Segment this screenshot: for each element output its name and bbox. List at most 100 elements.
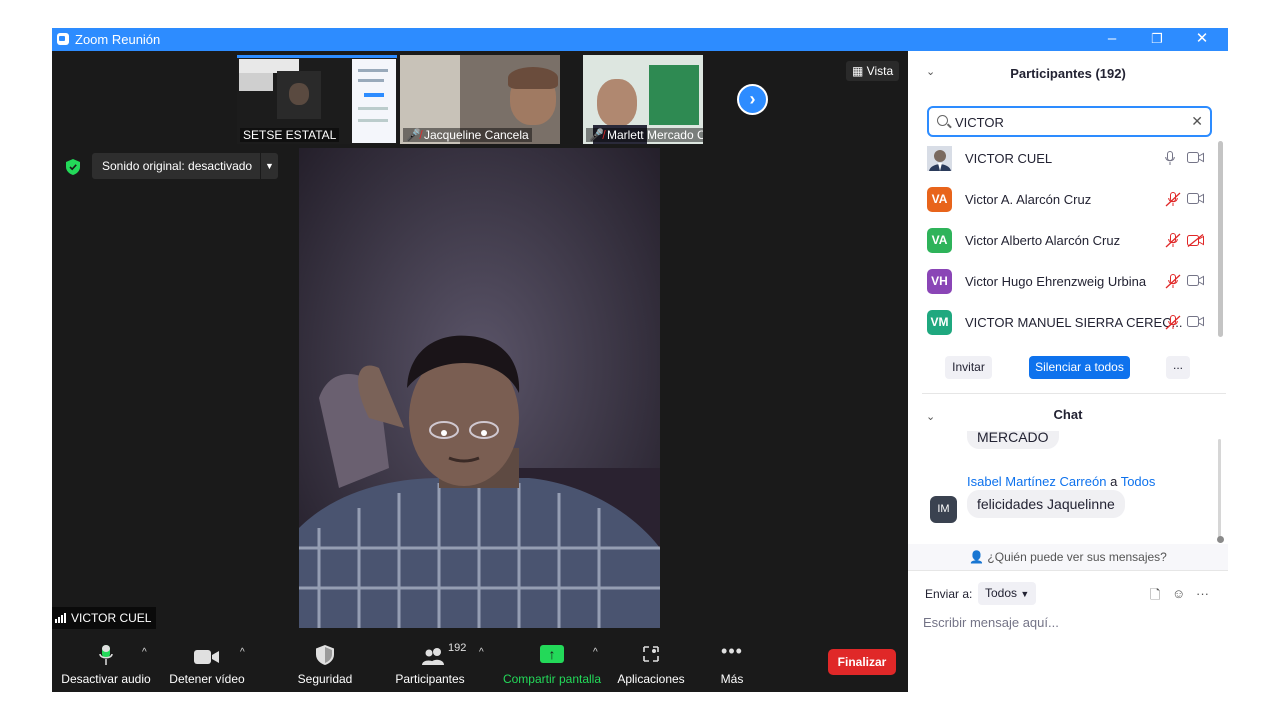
thumbnail-name: SETSE ESTATAL	[240, 128, 340, 142]
video-camera-icon[interactable]	[1187, 193, 1204, 204]
speaker-video-image	[299, 148, 660, 628]
participant-row[interactable]: VM VICTOR MANUEL SIERRA CEREC...	[908, 303, 1218, 344]
caret-down-icon[interactable]: ▼	[260, 153, 278, 179]
video-camera-icon[interactable]	[1187, 275, 1204, 286]
chat-message-input[interactable]	[923, 612, 1213, 632]
clear-search-icon[interactable]: ✕	[1191, 113, 1203, 130]
view-button[interactable]: ▦ Vista	[846, 61, 900, 81]
participant-search-box[interactable]: ✕	[927, 106, 1212, 137]
mute-all-button[interactable]: Silenciar a todos	[1029, 356, 1130, 379]
chat-sender-avatar: IM	[930, 496, 957, 523]
security-button[interactable]: Seguridad	[292, 637, 358, 692]
chat-message-bubble: MERCADO	[967, 431, 1059, 449]
chat-scrollbar[interactable]	[1218, 439, 1221, 541]
participants-icon	[422, 648, 444, 665]
share-screen-label: Compartir pantalla	[502, 672, 602, 686]
chat-title: Chat	[1053, 407, 1083, 422]
muted-microphone-icon[interactable]	[1165, 274, 1181, 289]
title-bar: Zoom Reunión – ❐ ✕	[52, 28, 1228, 51]
chat-recipient[interactable]: Todos	[1121, 474, 1156, 489]
original-sound-toggle[interactable]: Sonido original: desactivado ▼	[92, 153, 278, 179]
close-window-button[interactable]: ✕	[1179, 28, 1225, 51]
side-panel: ⌄ Participantes (192) ✕ VICTOR CUEL VA V…	[908, 51, 1228, 692]
participant-row[interactable]: VICTOR CUEL	[908, 139, 1218, 180]
grid-icon: ▦	[852, 64, 867, 78]
apps-button[interactable]: Aplicaciones	[615, 637, 687, 692]
divider	[922, 393, 1226, 394]
emoji-icon[interactable]: ☺	[1172, 586, 1185, 601]
participant-avatar: VH	[927, 269, 952, 294]
video-thumbnail[interactable]: 🎤̸ Jacqueline Cancela	[400, 55, 560, 144]
who-can-see-messages[interactable]: 👤 ¿Quién puede ver sus mensajes?	[908, 544, 1228, 570]
participants-count: 192	[448, 642, 467, 654]
muted-microphone-icon[interactable]	[1165, 233, 1181, 248]
participant-face-image	[277, 71, 321, 119]
participants-label: Participantes	[395, 672, 465, 686]
participant-name: Victor Hugo Ehrenzweig Urbina	[965, 274, 1147, 289]
participant-search-input[interactable]	[955, 113, 1185, 131]
participant-name: VICTOR MANUEL SIERRA CEREC...	[965, 315, 1183, 330]
microphone-icon[interactable]	[1165, 151, 1175, 166]
active-speaker-video	[299, 148, 660, 628]
share-screen-button[interactable]: ↑ Compartir pantalla	[499, 637, 605, 692]
participant-face-image	[597, 79, 637, 127]
video-off-icon[interactable]	[1187, 234, 1204, 247]
share-screen-arrow-icon: ↑	[540, 645, 564, 663]
participant-photo-avatar	[927, 146, 952, 171]
thumbnail-name: 🎤̸Marlett Mercado Cruz	[586, 128, 703, 142]
participant-row[interactable]: VA Victor A. Alarcón Cruz	[908, 180, 1218, 221]
next-page-button[interactable]: ›	[737, 84, 768, 115]
mute-audio-button[interactable]: Desactivar audio	[60, 637, 152, 692]
shared-screen-image	[239, 73, 273, 91]
divider	[908, 570, 1228, 571]
minimize-button[interactable]: –	[1089, 28, 1135, 51]
end-meeting-button[interactable]: Finalizar	[828, 649, 896, 675]
share-options-caret-icon[interactable]: ^	[593, 647, 598, 658]
video-camera-icon	[194, 650, 219, 664]
chat-sender-name[interactable]: Isabel Martínez Carreón	[967, 474, 1106, 489]
video-camera-icon[interactable]	[1187, 316, 1204, 327]
stop-video-button[interactable]: Detener vídeo	[166, 637, 248, 692]
apps-label: Aplicaciones	[617, 672, 685, 686]
muted-mic-icon: 🎤̸	[589, 128, 604, 142]
video-thumbnail[interactable]: SETSE ESTATAL	[237, 55, 397, 144]
muted-microphone-icon[interactable]	[1165, 315, 1181, 330]
signal-strength-icon	[55, 608, 67, 630]
shared-document-image	[352, 59, 396, 143]
file-icon[interactable]: 🗋	[1150, 586, 1160, 608]
participants-scrollbar[interactable]	[1218, 141, 1223, 337]
shield-icon	[316, 645, 334, 665]
participants-options-caret-icon[interactable]: ^	[479, 647, 484, 658]
participant-avatar: VM	[927, 310, 952, 335]
video-camera-icon[interactable]	[1187, 152, 1204, 163]
more-label: Más	[720, 672, 744, 686]
audio-options-caret-icon[interactable]: ^	[142, 647, 147, 658]
restore-button[interactable]: ❐	[1134, 28, 1180, 51]
chat-message-bubble: felicidades Jaquelinne	[967, 490, 1125, 518]
chat-scroll-indicator[interactable]	[1217, 536, 1224, 543]
participant-avatar: VA	[927, 228, 952, 253]
meeting-video-area: SETSE ESTATAL 🎤̸ Jacqueline Cancela 🎤̸ Mar…	[52, 51, 908, 692]
participant-name: VICTOR CUEL	[965, 151, 1053, 166]
participants-button[interactable]: 192 Participantes	[392, 637, 468, 692]
chat-header: ⌄ Chat	[908, 401, 1228, 429]
microphone-icon	[99, 645, 113, 665]
participant-row[interactable]: VA Victor Alberto Alarcón Cruz	[908, 221, 1218, 262]
thumbnail-name: 🎤̸ Jacqueline Cancela	[403, 128, 532, 142]
chat-sender-line: Isabel Martínez Carreón a Todos	[967, 474, 1155, 489]
participants-more-button[interactable]: ...	[1166, 356, 1190, 379]
muted-microphone-icon[interactable]	[1165, 192, 1181, 207]
original-sound-label: Sonido original: desactivado	[102, 159, 253, 173]
share-bar	[237, 55, 397, 58]
send-to-dropdown[interactable]: Todos ▼	[978, 582, 1037, 605]
more-button[interactable]: ••• Más	[712, 637, 752, 692]
chat-more-icon[interactable]: ···	[1196, 586, 1209, 601]
chat-messages: MERCADO Isabel Martínez Carreón a Todos …	[908, 431, 1228, 543]
participant-row[interactable]: VH Victor Hugo Ehrenzweig Urbina	[908, 262, 1218, 303]
video-options-caret-icon[interactable]: ^	[240, 647, 245, 658]
video-thumbnail[interactable]: 🎤̸Marlett Mercado Cruz	[583, 55, 703, 144]
mute-audio-label: Desactivar audio	[61, 672, 151, 686]
participants-title: Participantes (192)	[1010, 66, 1126, 81]
chevron-down-icon: ▼	[1020, 589, 1030, 599]
invite-button[interactable]: Invitar	[945, 356, 992, 379]
